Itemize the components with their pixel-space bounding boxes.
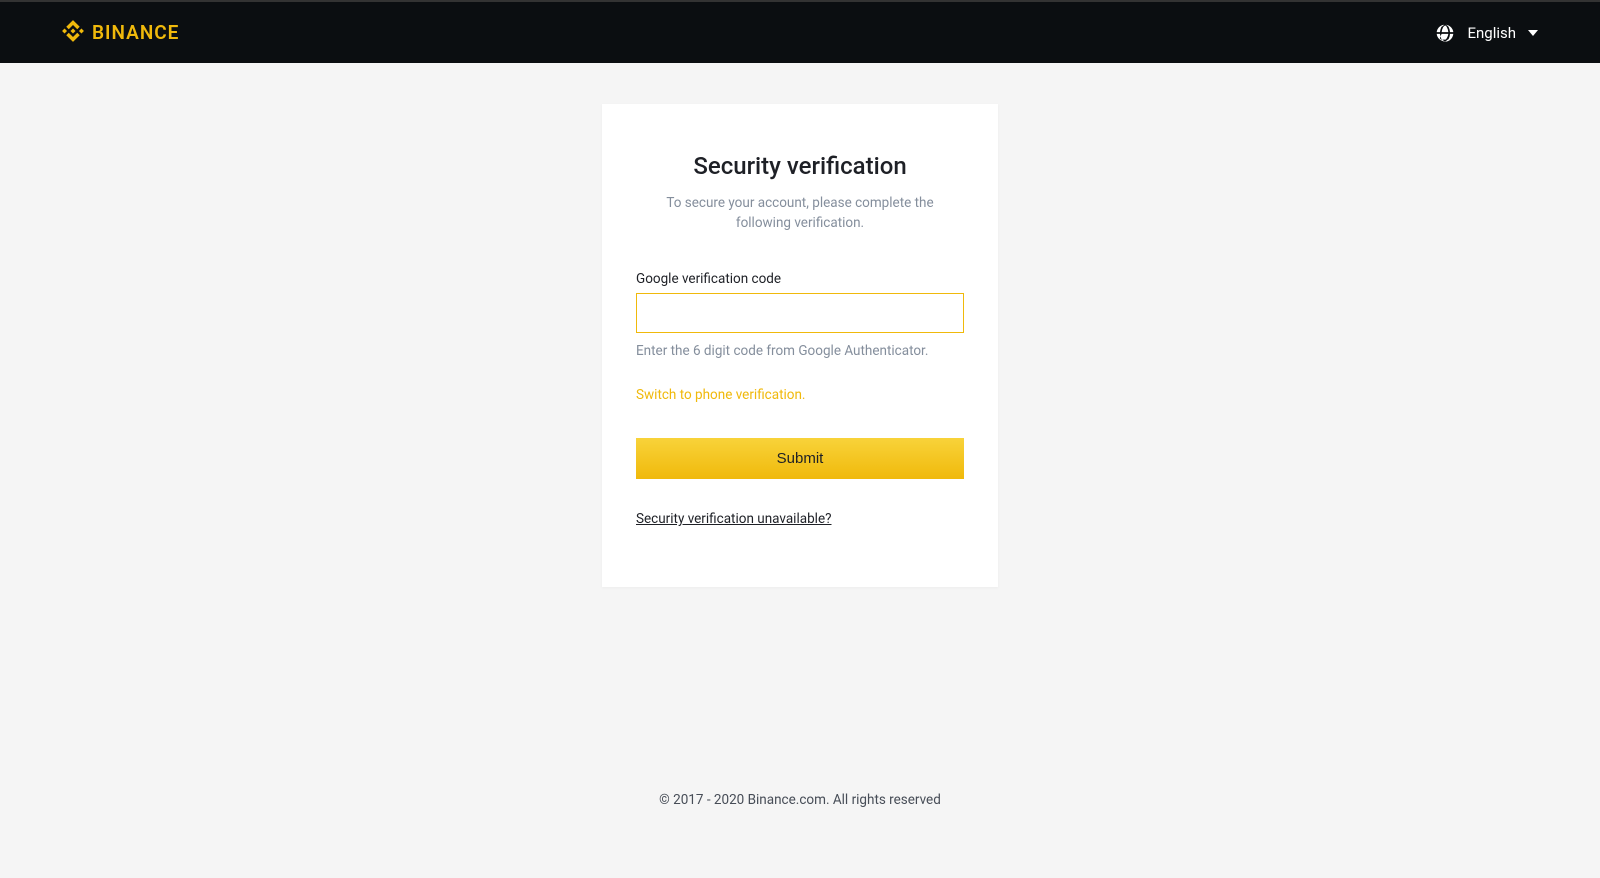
globe-icon (1435, 23, 1455, 43)
submit-button[interactable]: Submit (636, 438, 964, 479)
google-code-input[interactable] (636, 293, 964, 333)
binance-logo-icon (62, 20, 84, 46)
brand-logo[interactable]: BINANCE (62, 20, 179, 46)
code-hint: Enter the 6 digit code from Google Authe… (636, 343, 964, 359)
card-title: Security verification (636, 152, 964, 180)
switch-phone-link[interactable]: Switch to phone verification. (636, 387, 806, 403)
card-subtitle: To secure your account, please complete … (636, 194, 964, 233)
footer-copyright: © 2017 - 2020 Binance.com. All rights re… (0, 792, 1600, 808)
main: Security verification To secure your acc… (0, 63, 1600, 587)
language-selector[interactable]: English (1435, 23, 1538, 43)
unavailable-link[interactable]: Security verification unavailable? (636, 511, 832, 527)
verification-card: Security verification To secure your acc… (602, 104, 998, 587)
caret-down-icon (1528, 30, 1538, 36)
brand-name: BINANCE (92, 21, 179, 44)
language-label: English (1467, 24, 1516, 42)
header: BINANCE English (0, 2, 1600, 63)
code-field-label: Google verification code (636, 271, 964, 287)
